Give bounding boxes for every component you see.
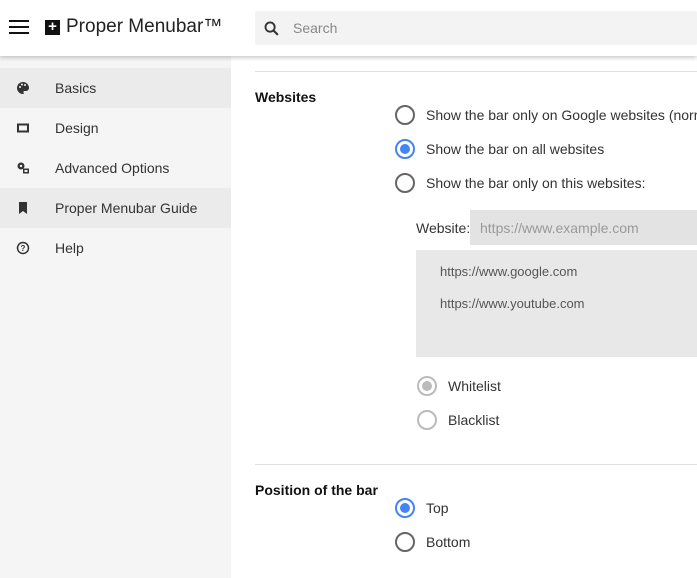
settings-icon: [17, 162, 29, 174]
help-icon: ?: [16, 241, 30, 255]
window-icon: [17, 123, 29, 133]
website-label: Website:: [416, 220, 471, 236]
list-item[interactable]: https://www.google.com: [440, 264, 577, 279]
sidebar-item-basics[interactable]: Basics: [0, 68, 231, 108]
radio-top[interactable]: Top: [395, 498, 449, 518]
divider: [255, 464, 697, 465]
radio-all-websites[interactable]: Show the bar on all websites: [395, 139, 604, 159]
svg-text:?: ?: [21, 244, 26, 253]
website-list: https://www.google.com https://www.youtu…: [416, 250, 697, 357]
section-title-websites: Websites: [255, 89, 317, 105]
sidebar-item-advanced-options[interactable]: Advanced Options: [0, 148, 231, 188]
search-input[interactable]: [293, 11, 673, 45]
main-content: Websites Show the bar only on Google web…: [231, 56, 697, 578]
website-input[interactable]: [470, 210, 697, 245]
hamburger-menu-icon[interactable]: [9, 20, 29, 34]
search-bar: [255, 11, 697, 45]
sidebar-item-label: Advanced Options: [55, 160, 170, 176]
sidebar-item-design[interactable]: Design: [0, 108, 231, 148]
app-title: Proper Menubar™: [66, 16, 223, 37]
sidebar-item-guide[interactable]: Proper Menubar Guide: [0, 188, 231, 228]
sidebar-item-help[interactable]: ? Help: [0, 228, 231, 268]
list-item[interactable]: https://www.youtube.com: [440, 296, 585, 311]
radio-whitelist[interactable]: Whitelist: [417, 376, 501, 396]
sidebar-item-label: Help: [55, 240, 84, 256]
palette-icon: [17, 82, 29, 94]
radio-blacklist[interactable]: Blacklist: [417, 410, 499, 430]
sidebar-item-label: Design: [55, 120, 99, 136]
radio-bottom[interactable]: Bottom: [395, 532, 470, 552]
sidebar-item-label: Basics: [55, 80, 97, 96]
radio-specific-websites[interactable]: Show the bar only on this websites:: [395, 173, 645, 193]
radio-google-websites[interactable]: Show the bar only on Google websites (no…: [395, 105, 697, 125]
search-icon: [264, 21, 279, 36]
bookmark-icon: [19, 202, 27, 214]
sidebar-item-label: Proper Menubar Guide: [55, 200, 198, 216]
app-header: + Proper Menubar™: [0, 0, 697, 56]
logo-icon: +: [45, 19, 60, 35]
section-title-position: Position of the bar: [255, 482, 378, 498]
sidebar: Basics Design Advanced Options Proper Me…: [0, 56, 231, 578]
divider: [255, 71, 697, 72]
